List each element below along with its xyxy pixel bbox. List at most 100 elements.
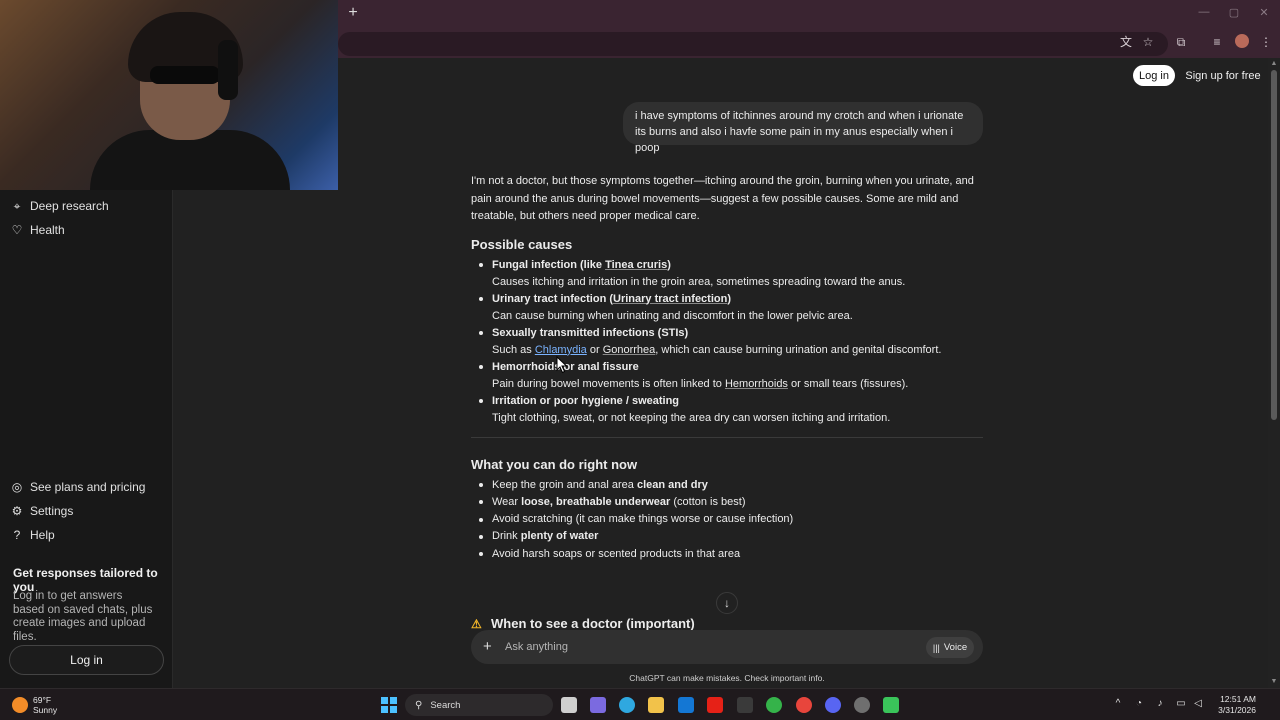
tray-app-icon[interactable]: ◔	[1132, 698, 1146, 709]
now-heading: What you can do right now	[471, 456, 638, 472]
edge-icon[interactable]	[619, 697, 635, 713]
sidebar-item-label: See plans and pricing	[30, 480, 146, 494]
youtube-icon[interactable]	[707, 697, 723, 713]
sidebar-item-label: Settings	[30, 504, 74, 518]
close-window-icon[interactable]: ✕	[1254, 6, 1274, 19]
network-icon[interactable]: ▭	[1174, 698, 1188, 709]
sidebar-item-settings[interactable]: ⚙ Settings	[10, 501, 74, 521]
taskbar-search[interactable]: ⚲ Search	[405, 694, 553, 716]
tip-text: Keep the groin and anal area	[492, 478, 637, 491]
chrome-icon[interactable]	[796, 697, 812, 713]
outlook-icon[interactable]	[678, 697, 694, 713]
system-clock[interactable]: 12:51 AM 3/31/2026	[1210, 694, 1256, 716]
uti-link[interactable]: Urinary tract infection	[613, 293, 727, 305]
sidebar-item-label: Deep research	[30, 199, 109, 213]
list-item: Drink plenty of water	[471, 528, 983, 545]
cause-description-end: , which can cause burning urination and …	[655, 343, 942, 356]
scroll-to-bottom-button[interactable]: ↓	[716, 592, 738, 614]
list-item: Avoid harsh soaps or scented products in…	[471, 546, 983, 563]
sidebar-item-deep-research[interactable]: ⌖ Deep research	[10, 196, 109, 216]
cause-title: Irritation or poor hygiene / sweating	[492, 394, 680, 407]
section-divider	[471, 436, 983, 438]
utorrent-icon[interactable]	[766, 697, 782, 713]
new-tab-button[interactable]: +	[345, 5, 361, 21]
microphone-icon[interactable]: ♪	[1153, 698, 1167, 709]
chatgpt-icon[interactable]	[854, 697, 870, 713]
maximize-icon[interactable]: ▢	[1224, 6, 1244, 19]
sidebar-item-label: Help	[30, 528, 55, 542]
list-item: Sexually transmitted infections (STIs) S…	[471, 325, 983, 359]
chlamydia-link[interactable]: Chlamydia	[535, 344, 587, 356]
media-controls-icon[interactable]: ≡	[1209, 34, 1225, 50]
causes-list: Fungal infection (like Tinea cruris) Cau…	[471, 257, 983, 427]
webcam-headphones	[218, 40, 238, 100]
doctor-heading-text: When to see a doctor (important)	[491, 616, 695, 631]
discord-icon[interactable]	[825, 697, 841, 713]
windows-logo-pane	[390, 697, 397, 704]
windows-logo-pane	[381, 706, 388, 713]
file-explorer-icon[interactable]	[648, 697, 664, 713]
list-item: Hemorrhoids or anal fissure Pain during …	[471, 359, 983, 393]
tip-text: Wear	[492, 495, 522, 508]
task-view-icon[interactable]	[561, 697, 577, 713]
login-button[interactable]: Log in	[1133, 65, 1175, 86]
scrollbar-thumb[interactable]	[1271, 70, 1277, 420]
list-item: Keep the groin and anal area clean and d…	[471, 477, 983, 494]
sidebar-item-label: Health	[30, 223, 65, 237]
chat-composer: + ||| Voice	[471, 630, 983, 664]
profile-avatar[interactable]	[1235, 34, 1249, 48]
list-item: Irritation or poor hygiene / sweating Ti…	[471, 393, 983, 427]
voice-button[interactable]: ||| Voice	[926, 637, 974, 658]
screen: + — ▢ ✕ 文 ☆ ⧉ ≡ ⋮ ⌖ Deep research ♡ Heal…	[0, 0, 1280, 720]
list-item: Avoid scratching (it can make things wor…	[471, 511, 983, 528]
tray-overflow-icon[interactable]: ^	[1111, 698, 1125, 709]
scroll-up-arrow-icon[interactable]: ▲	[1270, 60, 1278, 67]
list-item: Urinary tract infection (Urinary tract i…	[471, 291, 983, 325]
teams-icon[interactable]	[590, 697, 606, 713]
browser-menu-icon[interactable]: ⋮	[1258, 34, 1274, 50]
streaming-app-icon[interactable]	[883, 697, 899, 713]
warning-icon: ⚠	[471, 616, 482, 631]
sidebar-item-help[interactable]: ? Help	[10, 525, 55, 545]
attach-plus-icon[interactable]: +	[483, 638, 492, 655]
assistant-response: I'm not a doctor, but those symptoms tog…	[471, 173, 983, 563]
extensions-icon[interactable]: ⧉	[1173, 34, 1189, 50]
tip-emphasis: clean and dry	[636, 478, 708, 491]
volume-icon[interactable]: ◁	[1191, 698, 1205, 709]
sidebar-item-health[interactable]: ♡ Health	[10, 220, 65, 240]
sidebar-login-button[interactable]: Log in	[9, 645, 164, 675]
cause-title: Sexually transmitted infections (STIs)	[492, 326, 689, 339]
taskbar-search-label: Search	[430, 699, 461, 711]
bookmark-star-icon[interactable]: ☆	[1140, 34, 1156, 50]
plans-icon: ◎	[11, 480, 23, 494]
page-scrollbar[interactable]: ▲ ▼	[1268, 58, 1280, 688]
cause-title-end: )	[667, 258, 671, 271]
now-list: Keep the groin and anal area clean and d…	[471, 477, 983, 563]
sidebar-item-plans[interactable]: ◎ See plans and pricing	[10, 477, 146, 497]
tip-emphasis: loose, breathable underwear	[521, 495, 671, 508]
clock-time: 12:51 AM	[1220, 694, 1256, 704]
list-item: Fungal infection (like Tinea cruris) Cau…	[471, 257, 983, 291]
weather-temp: 69°F	[33, 695, 52, 705]
voice-label: Voice	[943, 642, 968, 653]
scroll-down-arrow-icon[interactable]: ▼	[1270, 678, 1278, 685]
causes-heading: Possible causes	[471, 236, 573, 252]
address-bar[interactable]	[338, 32, 1168, 56]
cause-description: Causes itching and irritation in the gro…	[492, 275, 906, 288]
disclaimer: ChatGPT can make mistakes. Check importa…	[629, 673, 825, 683]
app-icon[interactable]	[737, 697, 753, 713]
sun-icon	[12, 697, 28, 713]
start-button[interactable]	[381, 697, 397, 713]
signup-button[interactable]: Sign up for free	[1184, 65, 1262, 86]
tinea-cruris-link[interactable]: Tinea cruris	[605, 259, 667, 271]
user-message-bubble: i have symptoms of itchinnes around my c…	[623, 102, 983, 154]
hemorrhoids-link[interactable]: Hemorrhoids	[725, 378, 788, 390]
cause-description-end: or small tears (fissures).	[787, 377, 909, 390]
translate-icon[interactable]: 文	[1118, 34, 1134, 50]
weather-widget[interactable]: 69°F Sunny	[12, 695, 57, 715]
chat-input[interactable]	[505, 638, 905, 656]
gonorrhea-link[interactable]: Gonorrhea	[603, 344, 656, 356]
cause-description: Can cause burning when urinating and dis…	[492, 309, 853, 322]
minimize-icon[interactable]: —	[1194, 6, 1214, 18]
tip-text: Avoid scratching (it can make things wor…	[492, 513, 794, 526]
